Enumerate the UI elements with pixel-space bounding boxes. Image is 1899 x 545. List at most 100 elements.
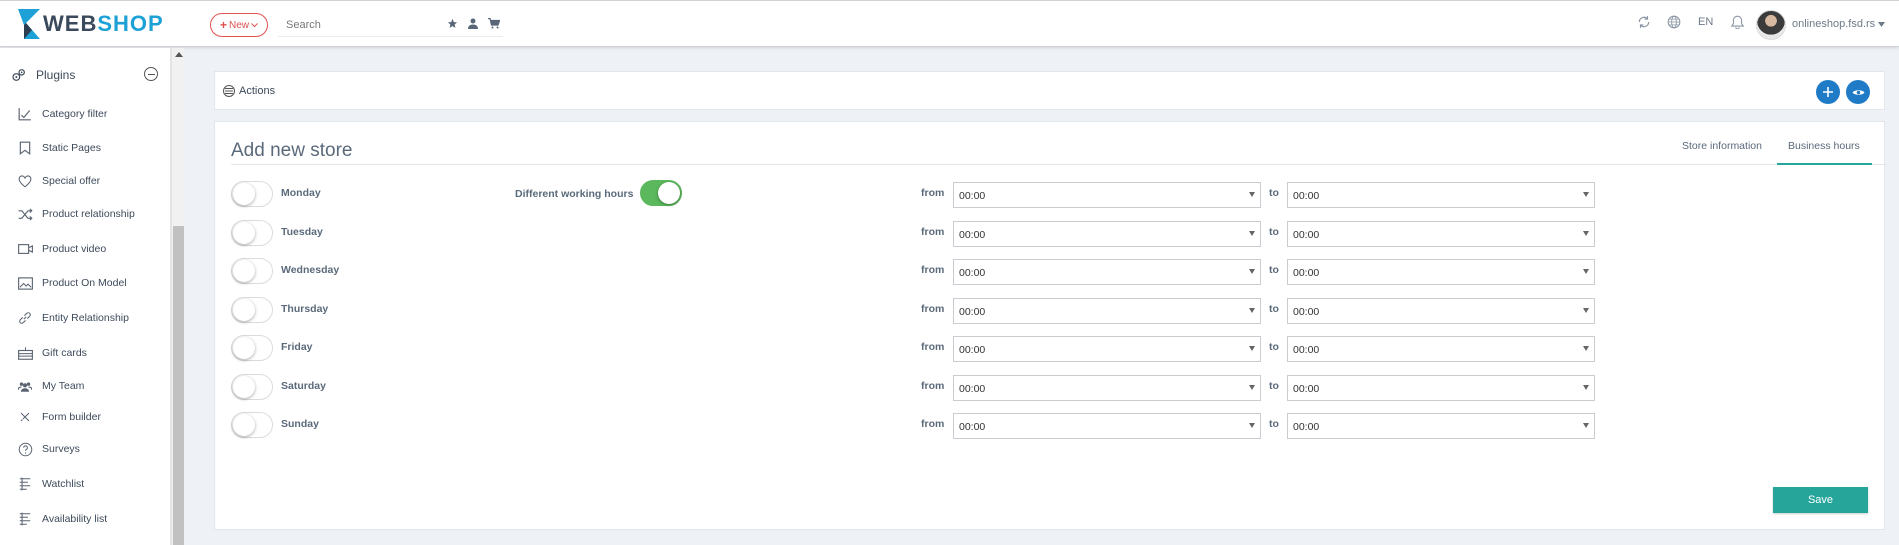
sidebar-item-special-offer[interactable]: Special offer	[17, 173, 100, 189]
tab-business-hours[interactable]: Business hours	[1788, 140, 1860, 152]
cart-icon[interactable]	[488, 17, 500, 29]
eye-icon	[1852, 89, 1864, 95]
scroll-up-arrow-icon[interactable]	[175, 52, 183, 57]
from-time-value: 00:00	[959, 344, 986, 356]
sidebar-section-plugins[interactable]: Plugins	[10, 66, 75, 84]
from-time-select-monday[interactable]: 00:00	[953, 182, 1261, 208]
day-label-thursday: Thursday	[281, 303, 329, 315]
to-time-select-friday[interactable]: 00:00	[1287, 336, 1595, 362]
different-hours-toggle[interactable]	[640, 180, 682, 206]
sidebar-scrollbar[interactable]	[171, 48, 184, 545]
from-time-value: 00:00	[959, 190, 986, 202]
from-time-select-tuesday[interactable]: 00:00	[953, 221, 1261, 247]
video-icon	[17, 241, 33, 257]
sidebar-item-product-relationship[interactable]: Product relationship	[17, 206, 135, 222]
day-toggle-tuesday[interactable]	[231, 220, 273, 246]
to-time-value: 00:00	[1293, 190, 1320, 202]
from-time-select-friday[interactable]: 00:00	[953, 336, 1261, 362]
caret-down-icon	[1249, 423, 1255, 428]
bell-icon[interactable]	[1729, 14, 1745, 30]
from-time-value: 00:00	[959, 229, 986, 241]
from-label: from	[921, 418, 945, 430]
from-time-select-thursday[interactable]: 00:00	[953, 298, 1261, 324]
sidebar-item-label: My Team	[42, 380, 85, 392]
to-label: to	[1269, 380, 1279, 392]
globe-icon[interactable]	[1666, 14, 1682, 30]
star-icon[interactable]	[446, 17, 458, 29]
to-time-select-thursday[interactable]: 00:00	[1287, 298, 1595, 324]
sidebar-item-label: Product On Model	[42, 277, 127, 289]
sidebar-item-product-on-model[interactable]: Product On Model	[17, 275, 127, 291]
preview-button[interactable]	[1846, 80, 1870, 104]
logo-mark-icon	[18, 9, 40, 39]
caret-down-icon	[1583, 346, 1589, 351]
to-time-value: 00:00	[1293, 421, 1320, 433]
new-button[interactable]: + New	[210, 13, 268, 37]
from-time-select-wednesday[interactable]: 00:00	[953, 259, 1261, 285]
caret-down-icon	[1249, 192, 1255, 197]
to-time-select-saturday[interactable]: 00:00	[1287, 375, 1595, 401]
to-time-select-monday[interactable]: 00:00	[1287, 182, 1595, 208]
to-time-value: 00:00	[1293, 229, 1320, 241]
to-time-select-tuesday[interactable]: 00:00	[1287, 221, 1595, 247]
logo-text-web: WEB	[43, 11, 98, 36]
day-toggle-saturday[interactable]	[231, 374, 273, 400]
to-time-select-sunday[interactable]: 00:00	[1287, 413, 1595, 439]
from-label: from	[921, 341, 945, 353]
sidebar-item-gift-cards[interactable]: Gift cards	[17, 345, 87, 361]
actions-menu[interactable]: Actions	[223, 85, 275, 97]
sidebar-item-label: Entity Relationship	[42, 312, 129, 324]
sidebar-item-category-filter[interactable]: Category filter	[17, 106, 107, 122]
to-label: to	[1269, 264, 1279, 276]
collapse-icon[interactable]	[144, 67, 158, 81]
sidebar-item-product-video[interactable]: Product video	[17, 241, 106, 257]
search-input[interactable]	[278, 18, 438, 31]
caret-down-icon	[1878, 21, 1886, 27]
sidebar: Plugins Category filter Static Pages Spe…	[0, 48, 171, 545]
save-button[interactable]: Save	[1773, 487, 1868, 513]
list-icon	[17, 511, 33, 527]
caret-down-icon	[1249, 231, 1255, 236]
sidebar-item-availability-list[interactable]: Availability list	[17, 511, 107, 527]
sidebar-item-form-builder[interactable]: Form builder	[17, 409, 101, 425]
add-button[interactable]	[1816, 80, 1840, 104]
user-menu[interactable]: onlineshop.fsd.rs	[1792, 18, 1886, 30]
refresh-icon[interactable]	[1636, 14, 1652, 30]
day-toggle-sunday[interactable]	[231, 412, 273, 438]
to-label: to	[1269, 341, 1279, 353]
logo-text-shop: SHOP	[97, 11, 164, 36]
webshop-logo[interactable]: WEBSHOP	[18, 9, 164, 39]
from-label: from	[921, 380, 945, 392]
to-time-value: 00:00	[1293, 267, 1320, 279]
sidebar-item-surveys[interactable]: Surveys	[17, 441, 80, 457]
heart-icon	[17, 173, 33, 189]
user-name: onlineshop.fsd.rs	[1792, 18, 1876, 30]
sidebar-item-my-team[interactable]: My Team	[17, 378, 84, 394]
image-icon	[17, 275, 33, 291]
tab-store-information[interactable]: Store information	[1682, 140, 1762, 152]
scrollbar-thumb[interactable]	[173, 226, 184, 545]
day-toggle-friday[interactable]	[231, 335, 273, 361]
sidebar-item-label: Surveys	[42, 443, 80, 455]
sidebar-item-static-pages[interactable]: Static Pages	[17, 140, 101, 156]
sidebar-item-entity-relationship[interactable]: Entity Relationship	[17, 310, 129, 326]
from-time-select-sunday[interactable]: 00:00	[953, 413, 1261, 439]
different-hours-label: Different working hours	[515, 188, 634, 200]
team-icon	[17, 378, 33, 394]
caret-down-icon	[1249, 346, 1255, 351]
link-icon	[17, 310, 33, 326]
avatar[interactable]	[1756, 10, 1786, 40]
sidebar-item-label: Product video	[42, 243, 107, 255]
caret-down-icon	[1583, 385, 1589, 390]
language-selector[interactable]: EN	[1698, 16, 1713, 28]
sidebar-item-watchlist[interactable]: Watchlist	[17, 476, 84, 492]
day-toggle-monday[interactable]	[231, 181, 273, 207]
question-icon	[17, 441, 33, 457]
to-time-select-wednesday[interactable]: 00:00	[1287, 259, 1595, 285]
day-toggle-wednesday[interactable]	[231, 258, 273, 284]
user-icon[interactable]	[467, 17, 479, 29]
from-time-select-saturday[interactable]: 00:00	[953, 375, 1261, 401]
from-label: from	[921, 303, 945, 315]
day-toggle-thursday[interactable]	[231, 297, 273, 323]
to-label: to	[1269, 418, 1279, 430]
